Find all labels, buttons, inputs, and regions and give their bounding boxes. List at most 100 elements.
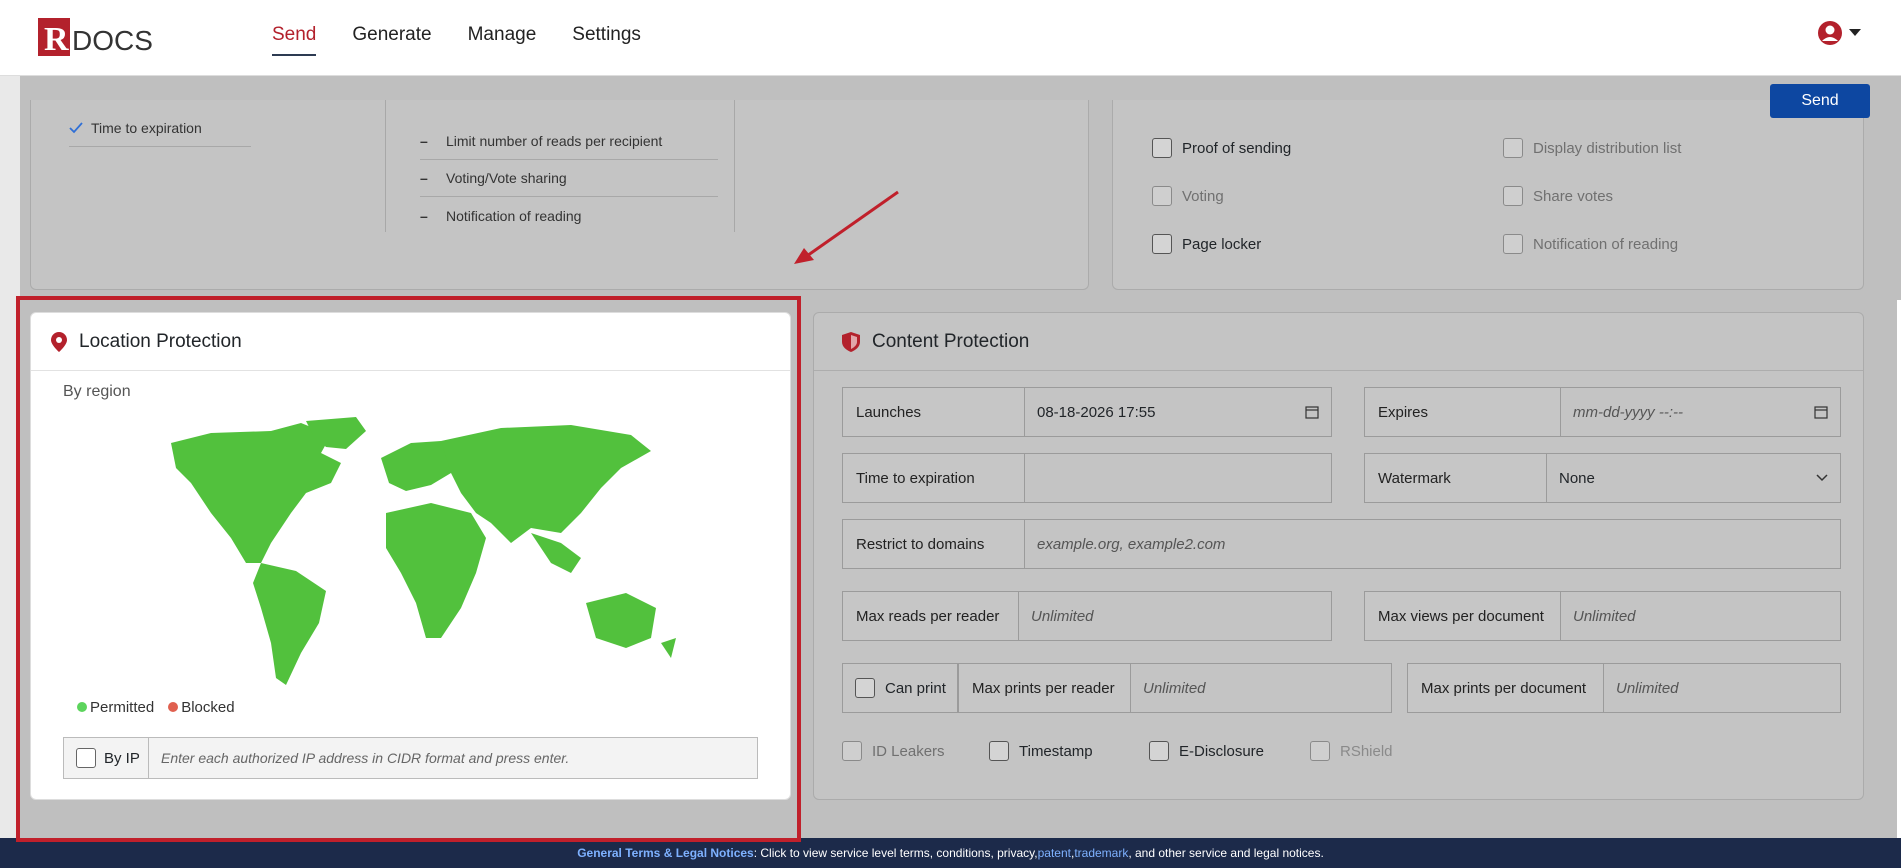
- max-prints-reader-input[interactable]: Unlimited: [1131, 664, 1391, 712]
- by-ip-checkbox[interactable]: [76, 748, 96, 768]
- content-protection-title: Content Protection: [872, 330, 1030, 352]
- launches-input[interactable]: 08-18-2026 17:55: [1025, 388, 1331, 436]
- top-navbar: R DOCS Send Generate Manage Settings: [0, 0, 1901, 76]
- chevron-down-icon: [1849, 29, 1861, 36]
- content-protection-card: Content Protection Launches 08-18-2026 1…: [813, 312, 1864, 800]
- checkbox[interactable]: [1149, 741, 1169, 761]
- option-id-leakers[interactable]: ID Leakers: [842, 741, 945, 761]
- checkbox[interactable]: [989, 741, 1009, 761]
- watermark-value: None: [1559, 469, 1595, 487]
- option-timestamp[interactable]: Timestamp: [989, 741, 1093, 761]
- option-label: E-Disclosure: [1179, 742, 1265, 760]
- max-reads-input[interactable]: Unlimited: [1019, 592, 1331, 640]
- nav-manage[interactable]: Manage: [468, 24, 537, 56]
- user-menu[interactable]: [1817, 20, 1861, 46]
- legend-permitted: Permitted: [77, 699, 154, 716]
- sending-options-card: [1112, 100, 1864, 290]
- expires-field: Expires mm-dd-yyyy --:--: [1364, 387, 1841, 437]
- max-prints-reader-field: Max prints per reader Unlimited: [958, 663, 1392, 713]
- option-voting[interactable]: Voting: [1152, 186, 1224, 206]
- option-label: Notification of reading: [1533, 235, 1679, 253]
- can-print-toggle[interactable]: Can print: [843, 664, 957, 712]
- by-ip-label: By IP: [104, 749, 140, 767]
- option-rshield: RShield: [1310, 741, 1393, 761]
- north-america-region: [171, 423, 341, 563]
- restrict-domains-field: Restrict to domains example.org, example…: [842, 519, 1841, 569]
- annotation-arrow-icon: [794, 190, 899, 264]
- patent-link[interactable]: patent: [1038, 846, 1071, 860]
- checkbox: [1310, 741, 1330, 761]
- max-views-label: Max views per document: [1365, 592, 1561, 640]
- option-page-locker[interactable]: Page locker: [1152, 234, 1261, 254]
- option-share-votes[interactable]: Share votes: [1503, 186, 1613, 206]
- restrict-domains-input[interactable]: example.org, example2.com: [1025, 520, 1840, 568]
- launches-field: Launches 08-18-2026 17:55: [842, 387, 1332, 437]
- can-print-field[interactable]: Can print: [842, 663, 958, 713]
- world-map[interactable]: [131, 413, 731, 703]
- max-prints-doc-label: Max prints per document: [1408, 664, 1604, 712]
- list-item-label: Voting/Vote sharing: [446, 170, 567, 186]
- checkbox[interactable]: [842, 741, 862, 761]
- dash-icon: –: [420, 170, 428, 186]
- checkbox[interactable]: [1152, 234, 1172, 254]
- shield-icon: [842, 331, 860, 352]
- by-ip-toggle[interactable]: By IP: [64, 738, 149, 778]
- terms-link[interactable]: General Terms & Legal Notices: [577, 846, 754, 860]
- time-to-expiration-input[interactable]: [1025, 454, 1331, 502]
- option-proof-of-sending[interactable]: Proof of sending: [1152, 138, 1291, 158]
- divider: [385, 100, 386, 232]
- legend-blocked-label: Blocked: [181, 699, 235, 716]
- option-label: ID Leakers: [872, 742, 945, 760]
- watermark-select[interactable]: None: [1547, 454, 1840, 502]
- divider: [69, 146, 251, 147]
- list-item[interactable]: – Voting/Vote sharing: [420, 160, 718, 197]
- map-pin-icon: [51, 331, 67, 352]
- list-item[interactable]: – Notification of reading: [420, 197, 718, 234]
- option-label: Share votes: [1533, 187, 1614, 205]
- nav-send[interactable]: Send: [272, 24, 317, 56]
- main-nav: Send Generate Manage Settings: [272, 24, 641, 56]
- max-prints-doc-input[interactable]: Unlimited: [1604, 664, 1840, 712]
- footer-text-1: : Click to view service level terms, con…: [753, 846, 1038, 860]
- option-label: Voting: [1182, 187, 1224, 205]
- send-button[interactable]: Send: [1770, 84, 1870, 118]
- africa-region: [386, 503, 486, 638]
- ip-input[interactable]: Enter each authorized IP address in CIDR…: [149, 738, 757, 778]
- south-america-region: [253, 563, 326, 685]
- location-protection-card: Location Protection By region Permitted …: [30, 312, 791, 800]
- checkbox[interactable]: [1152, 186, 1172, 206]
- nav-settings[interactable]: Settings: [572, 24, 641, 56]
- svg-text:DOCS: DOCS: [72, 25, 153, 56]
- scrollbar[interactable]: [1897, 300, 1901, 838]
- nav-generate[interactable]: Generate: [352, 24, 431, 56]
- checkbox[interactable]: [1152, 138, 1172, 158]
- chevron-down-icon: [1816, 474, 1828, 482]
- option-e-disclosure[interactable]: E-Disclosure: [1149, 741, 1264, 761]
- watermark-field: Watermark None: [1364, 453, 1841, 503]
- checkbox[interactable]: [1503, 234, 1523, 254]
- can-print-checkbox[interactable]: [855, 678, 875, 698]
- checkbox[interactable]: [1503, 138, 1523, 158]
- option-label: Timestamp: [1019, 742, 1093, 760]
- expires-input[interactable]: mm-dd-yyyy --:--: [1561, 388, 1840, 436]
- checkbox[interactable]: [1503, 186, 1523, 206]
- time-to-expiration-label: Time to expiration: [91, 120, 202, 136]
- rdocs-logo[interactable]: R DOCS: [36, 14, 161, 60]
- list-item-label: Notification of reading: [446, 207, 582, 224]
- time-to-expiration-label: Time to expiration: [843, 454, 1025, 502]
- legal-footer: General Terms & Legal Notices : Click to…: [0, 838, 1901, 868]
- list-item[interactable]: – Limit number of reads per recipient: [420, 123, 718, 160]
- location-protection-header: Location Protection: [31, 313, 790, 371]
- calendar-icon[interactable]: [1814, 405, 1828, 419]
- option-label: Display distribution list: [1533, 139, 1682, 157]
- check-icon: [69, 122, 83, 134]
- map-legend: Permitted Blocked: [77, 699, 235, 716]
- max-views-input[interactable]: Unlimited: [1561, 592, 1840, 640]
- option-display-distribution-list[interactable]: Display distribution list: [1503, 138, 1681, 158]
- option-notification-of-reading[interactable]: Notification of reading: [1503, 234, 1678, 254]
- option-label: RShield: [1340, 742, 1393, 760]
- launches-value: 08-18-2026 17:55: [1037, 403, 1156, 421]
- calendar-icon[interactable]: [1305, 405, 1319, 419]
- time-to-expiration-item[interactable]: Time to expiration: [69, 120, 202, 136]
- trademark-link[interactable]: trademark: [1074, 846, 1128, 860]
